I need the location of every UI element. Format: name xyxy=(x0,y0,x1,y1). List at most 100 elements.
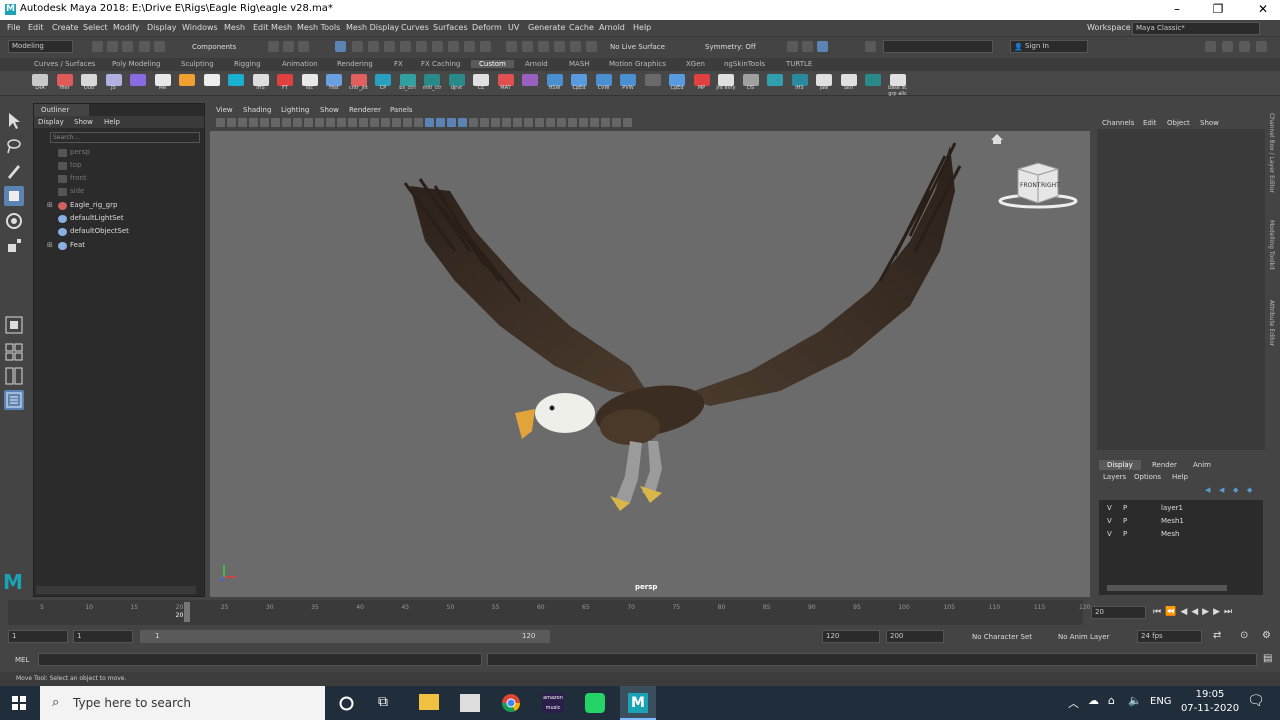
go-to-end-icon[interactable]: ⏭ xyxy=(1224,607,1232,617)
paint-select-tool-icon[interactable] xyxy=(4,161,24,181)
viewport-toolbar-button[interactable] xyxy=(249,118,258,127)
outliner-item[interactable]: ⊞ Eagle_rig_grp xyxy=(44,201,194,212)
menu-mesh-tools[interactable]: Mesh Tools xyxy=(297,23,340,32)
new-scene-icon[interactable] xyxy=(92,41,103,52)
outliner-scrollbar[interactable] xyxy=(36,586,196,594)
snap-point-icon[interactable] xyxy=(368,41,379,52)
shelf-button-tool-4[interactable] xyxy=(130,74,146,86)
snap-view-icon[interactable] xyxy=(384,41,395,52)
viewport-menu-renderer[interactable]: Renderer xyxy=(349,106,381,114)
viewport-toolbar-button[interactable] xyxy=(436,118,445,127)
auto-key-icon[interactable]: ⊙ xyxy=(1240,630,1248,641)
viewport-toolbar-button[interactable] xyxy=(612,118,621,127)
channel-box-menu-show[interactable]: Show xyxy=(1200,119,1219,127)
viewport-toolbar-button[interactable] xyxy=(447,118,456,127)
menu-edit[interactable]: Edit xyxy=(28,23,44,32)
viewport-toolbar-button[interactable] xyxy=(282,118,291,127)
channel-box-icon[interactable] xyxy=(1256,41,1267,52)
layer-menu-options[interactable]: Options xyxy=(1134,473,1161,481)
single-view-icon[interactable] xyxy=(4,315,24,335)
menu-set-dropdown[interactable]: Modeling xyxy=(8,40,73,53)
panel-layout-2-icon[interactable] xyxy=(802,41,813,52)
select-object-icon[interactable] xyxy=(283,41,294,52)
time-slider-track[interactable] xyxy=(8,600,1083,625)
viewport-toolbar-button[interactable] xyxy=(326,118,335,127)
network-icon[interactable]: ⌂ xyxy=(1108,694,1115,707)
arnold-render-icon[interactable] xyxy=(586,41,597,52)
viewport-toolbar-button[interactable] xyxy=(557,118,566,127)
shelf-tab-sculpting[interactable]: Sculpting xyxy=(181,60,214,68)
current-frame-field[interactable]: 20 xyxy=(1091,606,1146,619)
viewport-toolbar-button[interactable] xyxy=(381,118,390,127)
live-surface-label[interactable]: No Live Surface xyxy=(610,43,665,51)
viewport-toolbar-button[interactable] xyxy=(502,118,511,127)
four-view-icon[interactable] xyxy=(4,342,24,362)
viewport-toolbar-button[interactable] xyxy=(216,118,225,127)
history-icon[interactable] xyxy=(432,41,443,52)
outliner-item[interactable]: persp xyxy=(44,148,194,159)
time-slider[interactable]: 5 10 15 20 25 30 35 40 45 50 55 60 65 70 75 80 85 90 95 100… xyxy=(0,600,1090,625)
play-forwards-icon[interactable]: ▶ xyxy=(1202,607,1209,617)
outliner-item[interactable]: defaultLightSet xyxy=(44,214,194,225)
snap-surface-icon[interactable] xyxy=(400,41,411,52)
render-view-icon[interactable] xyxy=(570,41,581,52)
outliner-item[interactable]: front xyxy=(44,174,194,185)
panel-layout-icon[interactable] xyxy=(787,41,798,52)
taskbar-clock[interactable]: 19:05 07-11-2020 xyxy=(1180,689,1240,714)
viewcube[interactable]: FRONT RIGHT xyxy=(990,131,1090,231)
viewport-menu-panels[interactable]: Panels xyxy=(390,106,413,114)
windows-start-icon[interactable] xyxy=(12,696,26,710)
outliner-menu-display[interactable]: Display xyxy=(38,118,64,126)
step-back-frame-icon[interactable]: ◀ xyxy=(1180,607,1187,617)
layer-playback-toggle[interactable]: P xyxy=(1123,504,1127,512)
side-tab-attribute-editor[interactable]: Attribute Editor xyxy=(1268,300,1275,346)
shelf-tab-turtle[interactable]: TURTLE xyxy=(786,60,812,68)
viewcube-front-label[interactable]: FRONT xyxy=(1020,182,1041,189)
outliner-tab[interactable]: Outliner xyxy=(34,104,89,116)
shelf-tab-rigging[interactable]: Rigging xyxy=(234,60,261,68)
viewport-toolbar-button[interactable] xyxy=(524,118,533,127)
menu-curves[interactable]: Curves xyxy=(401,23,429,32)
viewport-toolbar-button[interactable] xyxy=(480,118,489,127)
move-layer-up-icon[interactable]: ◀ xyxy=(1205,486,1210,494)
outliner-search-input[interactable]: Search... xyxy=(50,132,200,143)
render-settings-icon[interactable] xyxy=(538,41,549,52)
move-layer-down-icon[interactable]: ◀ xyxy=(1219,486,1224,494)
workspace-dropdown[interactable]: Maya Classic* xyxy=(1132,22,1260,35)
layer-playback-toggle[interactable]: P xyxy=(1123,530,1127,538)
mel-label[interactable]: MEL xyxy=(15,656,29,664)
layer-menu-help[interactable]: Help xyxy=(1172,473,1188,481)
minimize-icon[interactable]: – xyxy=(1167,2,1187,16)
menu-modify[interactable]: Modify xyxy=(113,23,140,32)
fps-dropdown[interactable]: 24 fps xyxy=(1137,630,1202,643)
shelf-button-tool-25[interactable] xyxy=(644,74,661,86)
volume-icon[interactable]: 🔈 xyxy=(1128,694,1142,707)
command-input[interactable] xyxy=(883,40,993,53)
file-explorer-icon[interactable] xyxy=(419,694,439,710)
viewport-toolbar-button[interactable] xyxy=(315,118,324,127)
viewport-toolbar-button[interactable] xyxy=(601,118,610,127)
language-indicator[interactable]: ENG xyxy=(1150,696,1172,707)
step-forward-frame-icon[interactable]: ▶ xyxy=(1213,607,1220,617)
menu-cache[interactable]: Cache xyxy=(569,23,594,32)
hypershade-icon[interactable] xyxy=(554,41,565,52)
viewport-toolbar-button[interactable] xyxy=(568,118,577,127)
channel-box-menu-object[interactable]: Object xyxy=(1167,119,1190,127)
attribute-editor-icon[interactable] xyxy=(1222,41,1233,52)
playback-start-field[interactable]: 1 xyxy=(73,630,133,643)
layer-row[interactable]: V P Mesh1 xyxy=(1103,515,1263,528)
outliner-item[interactable]: ⊞ Feat xyxy=(44,241,194,252)
shelf-tab-fx[interactable]: FX xyxy=(394,60,403,68)
layer-tab-anim[interactable]: Anim xyxy=(1193,461,1211,469)
menu-display[interactable]: Display xyxy=(147,23,177,32)
character-set-dropdown[interactable]: No Character Set xyxy=(972,633,1032,641)
shelf-button-tool-34[interactable] xyxy=(865,74,881,86)
outliner-menu-show[interactable]: Show xyxy=(74,118,93,126)
shelf-button-tool-7[interactable] xyxy=(203,74,220,86)
layer-visibility-toggle[interactable]: V xyxy=(1107,517,1112,525)
go-to-start-icon[interactable]: ⏮ xyxy=(1153,607,1161,617)
shelf-button-tool-8[interactable] xyxy=(228,74,244,86)
magnet-icon[interactable] xyxy=(464,41,475,52)
sign-in-button[interactable]: 👤 Sign In xyxy=(1010,40,1088,53)
viewport-toolbar-button[interactable] xyxy=(579,118,588,127)
